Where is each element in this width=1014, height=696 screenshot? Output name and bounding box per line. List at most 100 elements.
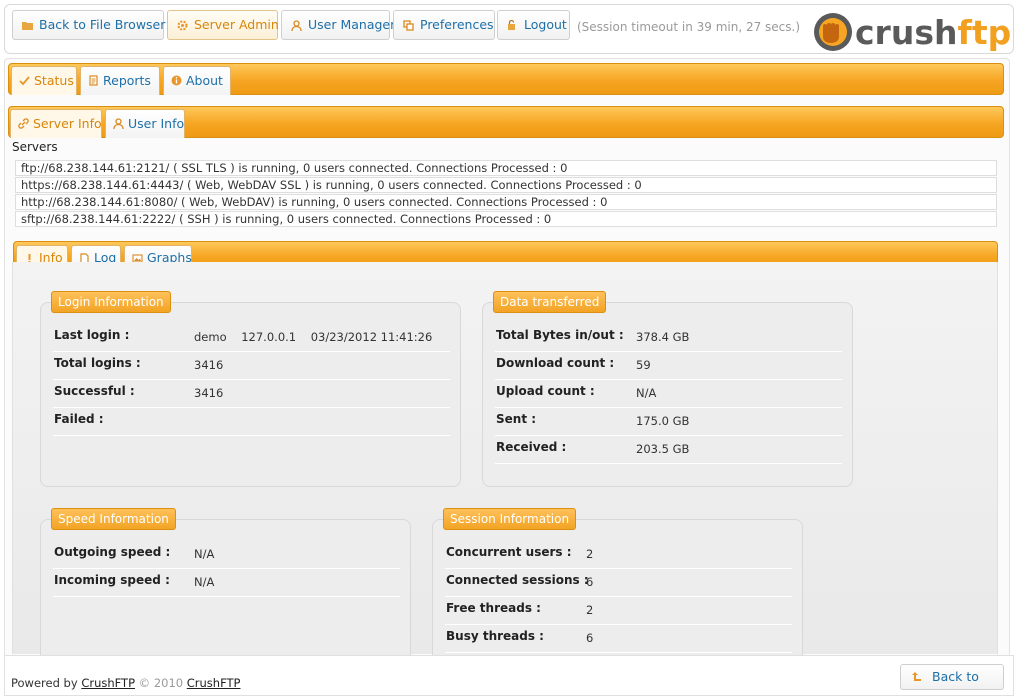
- back-to-top-button[interactable]: Back to top: [900, 664, 1004, 696]
- user-icon: [113, 118, 124, 129]
- concurrent-users-value: 2: [586, 547, 594, 561]
- server-row[interactable]: sftp://68.238.144.61:2222/ ( SSH ) is ru…: [15, 211, 997, 227]
- server-row[interactable]: https://68.238.144.61:4443/ ( Web, WebDA…: [15, 177, 997, 193]
- outgoing-speed-value: N/A: [194, 547, 215, 561]
- failed-label: Failed :: [54, 412, 104, 426]
- logout-label: Logout: [524, 17, 567, 32]
- free-threads-value: 2: [586, 603, 594, 617]
- user-manager-button[interactable]: User Manager: [281, 10, 395, 40]
- tab-reports[interactable]: Reports: [80, 66, 160, 95]
- outgoing-speed-row: Outgoing speed : N/A: [53, 541, 400, 569]
- gear-icon: [177, 20, 188, 31]
- successful-label: Successful :: [54, 384, 135, 398]
- tab-reports-label: Reports: [103, 73, 151, 88]
- back-to-top-label: Back to top: [932, 669, 979, 696]
- outgoing-speed-label: Outgoing speed :: [54, 545, 171, 559]
- footer: Powered by CrushFTP © 2010 CrushFTP Back…: [4, 655, 1014, 696]
- folder-icon: [22, 22, 33, 30]
- server-row[interactable]: http://68.238.144.61:8080/ ( Web, WebDAV…: [15, 194, 997, 210]
- speed-information-section: Speed Information Outgoing speed : N/A I…: [40, 508, 411, 669]
- crushftp-link-2[interactable]: CrushFTP: [187, 676, 241, 690]
- login-information-section: Login Information Last login : demo 127.…: [40, 291, 461, 487]
- server-admin-label: Server Admin: [194, 17, 279, 32]
- received-value: 203.5 GB: [636, 442, 690, 456]
- received-label: Received :: [496, 440, 567, 454]
- top-navigation: Back to File Browser Server Admin User M…: [4, 4, 1014, 54]
- crushftp-logo: crushftp: [814, 13, 1011, 52]
- total-bytes-row: Total Bytes in/out : 378.4 GB: [495, 324, 842, 352]
- session-timeout-text: (Session timeout in 39 min, 27 secs.): [577, 20, 801, 34]
- preferences-label: Preferences: [420, 17, 494, 32]
- upload-count-value: N/A: [636, 386, 657, 400]
- last-login-label: Last login :: [54, 328, 130, 342]
- free-threads-row: Free threads : 2: [445, 597, 792, 625]
- upload-count-label: Upload count :: [496, 384, 595, 398]
- connected-sessions-value: 6: [586, 575, 594, 589]
- main-tab-bar: Status Reports About: [8, 63, 1004, 95]
- servers-heading: Servers: [12, 140, 58, 154]
- copyright-text: © 2010: [138, 676, 184, 690]
- tab-about-label: About: [186, 73, 223, 88]
- busy-threads-value: 6: [586, 631, 594, 645]
- total-logins-label: Total logins :: [54, 356, 141, 370]
- received-row: Received : 203.5 GB: [495, 436, 842, 464]
- total-logins-row: Total logins : 3416: [53, 352, 450, 380]
- incoming-speed-row: Incoming speed : N/A: [53, 569, 400, 597]
- logout-icon: [508, 20, 515, 30]
- successful-value: 3416: [194, 386, 224, 400]
- report-icon: [89, 75, 98, 86]
- tab-user-info-label: User Info: [128, 116, 185, 131]
- back-to-file-browser-label: Back to File Browser: [39, 17, 166, 32]
- back-to-file-browser-button[interactable]: Back to File Browser: [12, 10, 166, 40]
- server-admin-button[interactable]: Server Admin: [167, 10, 279, 40]
- data-transferred-section: Data transferred Total Bytes in/out : 37…: [482, 291, 853, 487]
- concurrent-users-label: Concurrent users :: [446, 545, 572, 559]
- info-icon: [171, 75, 182, 86]
- link-icon: [18, 118, 29, 129]
- tab-status[interactable]: Status: [11, 66, 77, 95]
- connected-sessions-label: Connected sessions :: [446, 573, 589, 587]
- tab-user-info[interactable]: User Info: [105, 109, 185, 138]
- preferences-button[interactable]: Preferences: [393, 10, 495, 40]
- download-count-value: 59: [636, 358, 651, 372]
- logout-button[interactable]: Logout: [497, 10, 570, 40]
- sent-row: Sent : 175.0 GB: [495, 408, 842, 436]
- last-login-value: demo 127.0.0.1 03/23/2012 11:41:26: [194, 330, 433, 344]
- preferences-icon: [403, 20, 414, 31]
- check-icon: [19, 76, 30, 86]
- incoming-speed-value: N/A: [194, 575, 215, 589]
- download-count-label: Download count :: [496, 356, 615, 370]
- server-row[interactable]: ftp://68.238.144.61:2121/ ( SSL TLS ) is…: [15, 160, 997, 176]
- user-manager-label: User Manager: [308, 17, 396, 32]
- total-bytes-label: Total Bytes in/out :: [496, 328, 624, 342]
- footer-credits: Powered by CrushFTP © 2010 CrushFTP: [11, 676, 240, 690]
- sub-tab-bar: Server Info User Info: [8, 106, 1004, 138]
- tab-status-label: Status: [34, 73, 74, 88]
- tab-server-info[interactable]: Server Info: [10, 109, 102, 138]
- login-information-title: Login Information: [51, 291, 171, 313]
- crushftp-link[interactable]: CrushFTP: [81, 676, 135, 690]
- connected-sessions-row: Connected sessions : 6: [445, 569, 792, 597]
- total-bytes-value: 378.4 GB: [636, 330, 690, 344]
- last-login-row: Last login : demo 127.0.0.1 03/23/2012 1…: [53, 324, 450, 352]
- session-information-section: Session Information Concurrent users : 2…: [432, 508, 803, 669]
- total-logins-value: 3416: [194, 358, 224, 372]
- successful-row: Successful : 3416: [53, 380, 450, 408]
- concurrent-users-row: Concurrent users : 2: [445, 541, 792, 569]
- failed-row: Failed :: [53, 408, 450, 436]
- speed-information-title: Speed Information: [51, 508, 176, 530]
- sent-label: Sent :: [496, 412, 537, 426]
- tab-about[interactable]: About: [163, 66, 231, 95]
- sent-value: 175.0 GB: [636, 414, 690, 428]
- data-transferred-title: Data transferred: [493, 291, 607, 313]
- tab-server-info-label: Server Info: [33, 116, 102, 131]
- busy-threads-label: Busy threads :: [446, 629, 544, 643]
- logo-text: crushftp: [855, 13, 1011, 52]
- free-threads-label: Free threads :: [446, 601, 541, 615]
- arrow-up-icon: [912, 672, 921, 681]
- upload-count-row: Upload count : N/A: [495, 380, 842, 408]
- powered-by-text: Powered by: [11, 676, 78, 690]
- download-count-row: Download count : 59: [495, 352, 842, 380]
- user-icon: [291, 20, 302, 31]
- busy-threads-row: Busy threads : 6: [445, 625, 792, 653]
